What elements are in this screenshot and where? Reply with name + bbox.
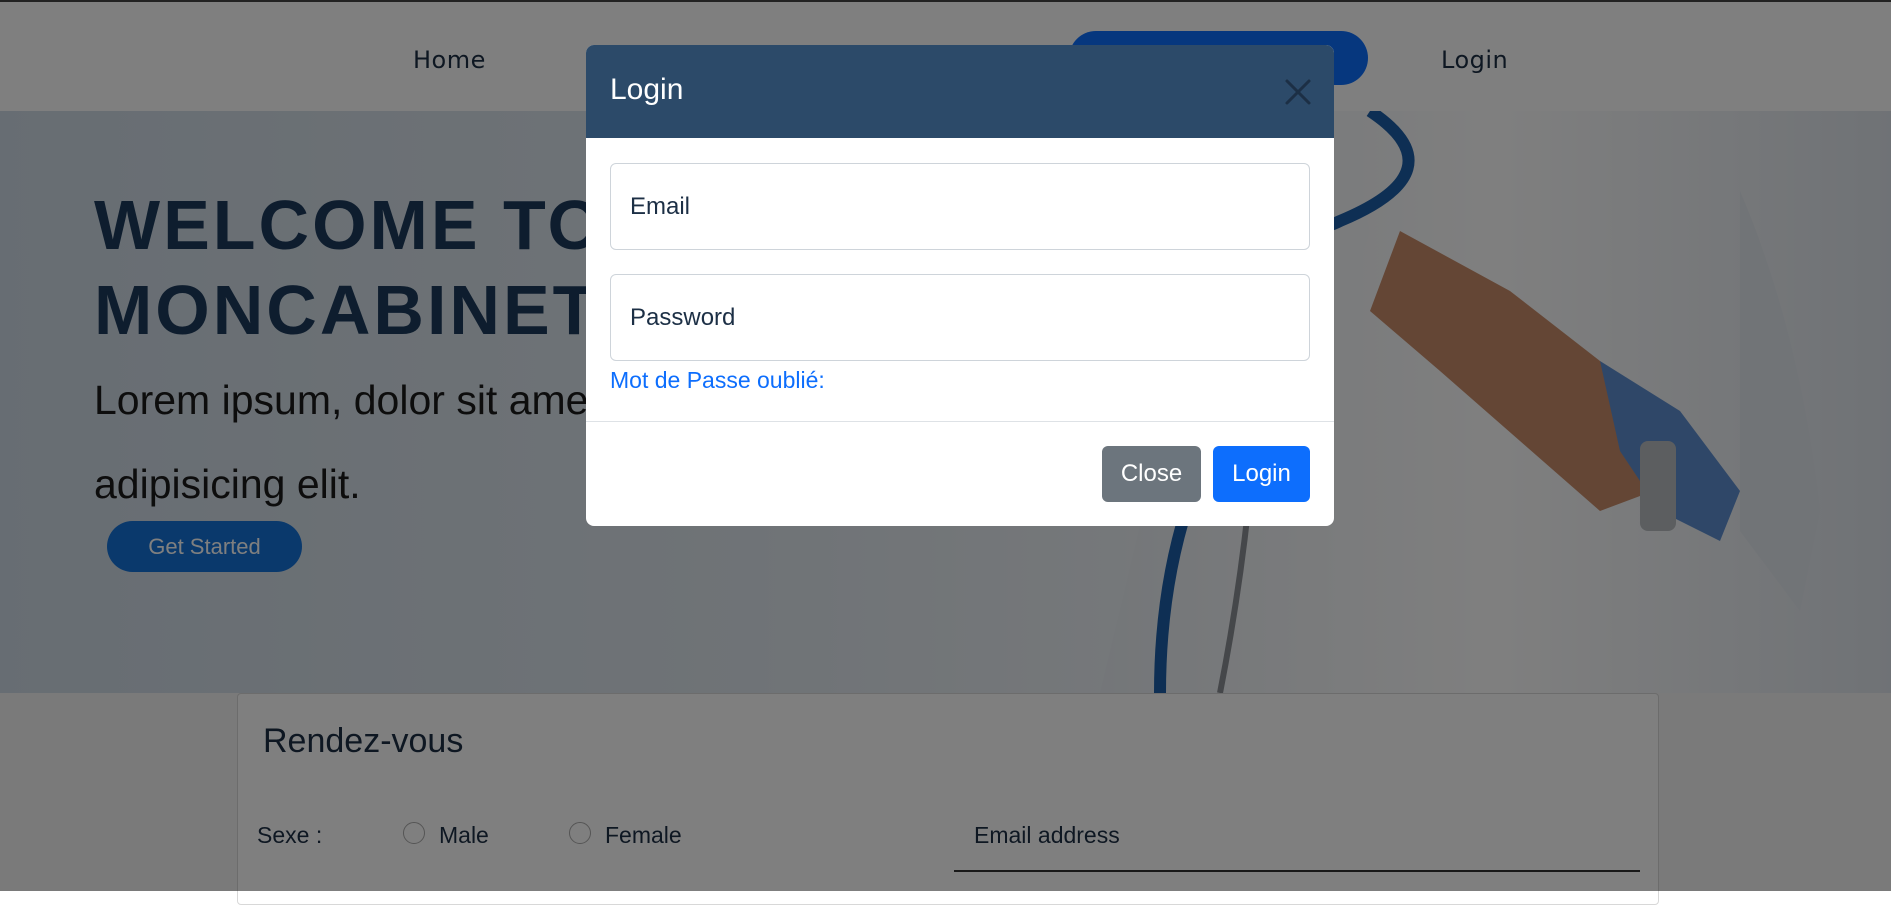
close-icon[interactable]: [1281, 75, 1315, 109]
forgot-password-link[interactable]: Mot de Passe oublié:: [610, 367, 825, 394]
top-border: [0, 0, 1891, 2]
password-input[interactable]: Password: [610, 274, 1310, 361]
modal-title: Login: [610, 73, 684, 106]
modal-footer-divider: [586, 421, 1334, 422]
login-modal: Login Email Password Mot de Passe oublié…: [586, 45, 1334, 526]
modal-header: Login: [586, 45, 1334, 138]
email-input[interactable]: Email: [610, 163, 1310, 250]
login-button[interactable]: Login: [1213, 446, 1310, 502]
close-button[interactable]: Close: [1102, 446, 1201, 502]
